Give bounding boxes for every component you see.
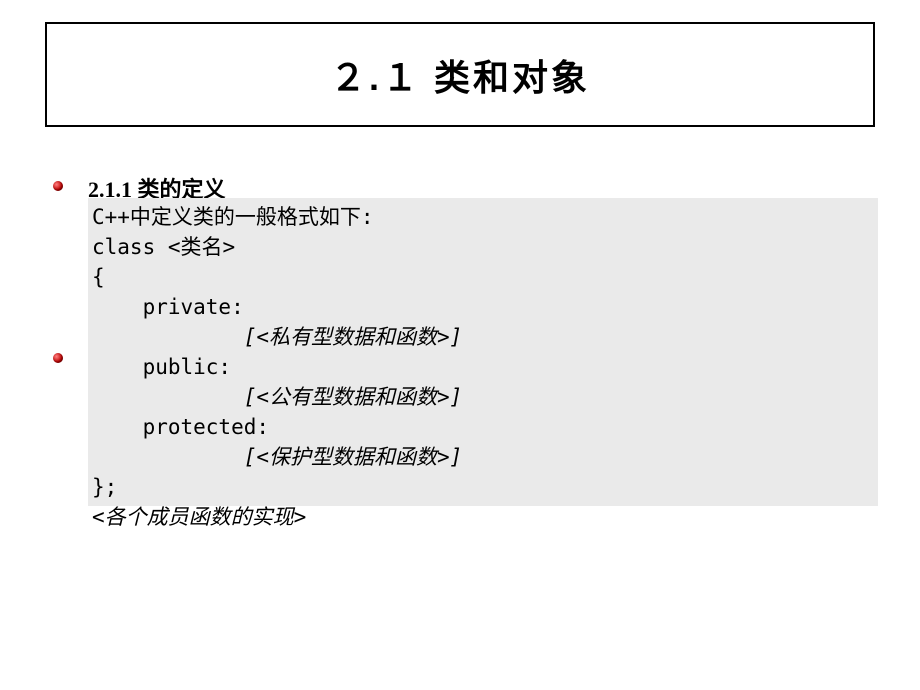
bullet-icon [53,353,63,363]
code-line: public: [92,355,231,379]
bullet-icon [53,181,63,191]
code-line: }; [92,475,117,499]
code-block: C++中定义类的一般格式如下: class <类名> { private: [<… [88,198,878,506]
code-line: private: [92,295,244,319]
code-line: class <类名> [92,235,235,259]
page-title: ２.１ 类和对象 [330,49,590,101]
code-line: protected: [92,415,269,439]
title-box: ２.１ 类和对象 [45,22,875,127]
code-line: [<公有型数据和函数>] [92,385,462,409]
code-line: [<私有型数据和函数>] [92,325,462,349]
code-line: { [92,265,105,289]
code-line: <各个成员函数的实现> [92,505,306,529]
code-line: C++中定义类的一般格式如下: [92,205,374,229]
code-line: [<保护型数据和函数>] [92,445,462,469]
